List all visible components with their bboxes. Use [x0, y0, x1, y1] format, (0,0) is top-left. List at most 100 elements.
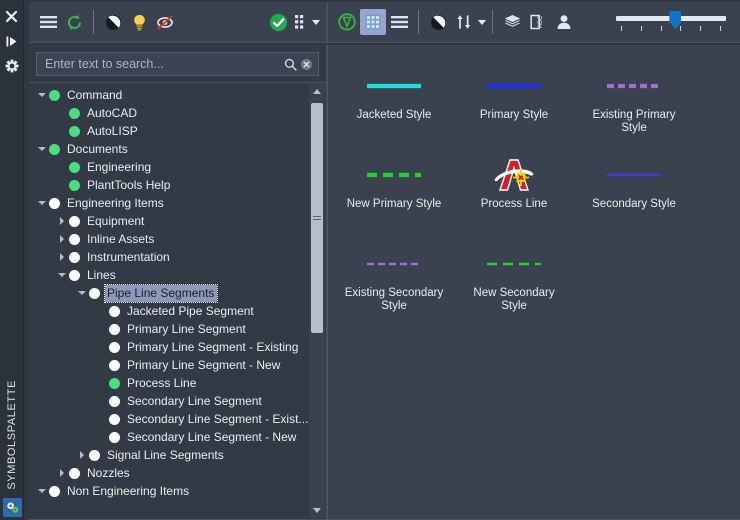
rail-icon-group: [0, 0, 23, 74]
tree-item[interactable]: Signal Line Segments: [29, 446, 309, 464]
tree-item[interactable]: Engineering Items: [29, 194, 309, 212]
symbol-item-label: Existing Primary Style: [592, 109, 676, 134]
lightbulb-icon[interactable]: [126, 9, 152, 35]
shape-filter-button[interactable]: [334, 9, 360, 35]
toolbar-divider-3: [492, 10, 493, 34]
layers-stack-icon[interactable]: [499, 9, 525, 35]
tree-item[interactable]: AutoCAD: [29, 104, 309, 122]
grid-options-chevron-down-icon[interactable]: [312, 19, 320, 25]
tree-item[interactable]: Non Engineering Items: [29, 482, 309, 500]
tree-item[interactable]: Equipment: [29, 212, 309, 230]
tree-item[interactable]: Nozzles: [29, 464, 309, 482]
symbol-item[interactable]: Jacketed Style: [334, 59, 454, 148]
tree-indent-spacer: [95, 392, 109, 410]
chevron-down-icon[interactable]: [35, 140, 49, 158]
status-dot-green-icon: [69, 125, 80, 137]
symbol-item[interactable]: Process Line: [454, 148, 574, 237]
tree-view[interactable]: Command AutoCAD AutoLISP Documents Engineeri…: [29, 86, 309, 519]
sort-arrows-icon[interactable]: [451, 9, 477, 35]
list-view-button[interactable]: [386, 9, 412, 35]
line-style-swatch: [334, 152, 454, 198]
tree-item-label: AutoLISP: [87, 123, 138, 138]
tree-item-label: AutoCAD: [87, 105, 138, 120]
symbol-item[interactable]: Existing Primary Style: [574, 59, 694, 148]
symbol-item[interactable]: Primary Style: [454, 59, 574, 148]
contrast-button-2[interactable]: [425, 9, 451, 35]
tree-indent-spacer: [95, 356, 109, 374]
status-dot-white-icon: [89, 287, 100, 299]
tree-item-selected[interactable]: Pipe Line Segments: [29, 283, 309, 303]
plant-tools-icon[interactable]: [3, 498, 22, 517]
symbol-item[interactable]: New Primary Style: [334, 148, 454, 237]
status-dot-white-icon: [69, 251, 80, 263]
dock-pin-icon[interactable]: [4, 33, 20, 49]
tree-item[interactable]: Lines: [29, 266, 309, 284]
chevron-right-icon[interactable]: [55, 212, 69, 230]
settings-gear-icon[interactable]: [4, 58, 20, 74]
tree-item[interactable]: Process Line: [29, 374, 309, 392]
search-box[interactable]: [36, 52, 319, 76]
symbol-item[interactable]: Existing Secondary Style: [334, 237, 454, 326]
chevron-down-icon[interactable]: [35, 194, 49, 212]
sort-chevron-down-icon[interactable]: [478, 19, 486, 25]
symbol-item-label: Secondary Style: [592, 198, 676, 210]
tree-vertical-scrollbar[interactable]: [309, 84, 325, 518]
clear-circle-x-icon[interactable]: [298, 56, 314, 72]
tree-indent-spacer: [55, 122, 69, 140]
tree-indent-spacer: [95, 320, 109, 338]
chevron-right-icon[interactable]: [75, 446, 89, 464]
tree-item[interactable]: PlantTools Help: [29, 176, 309, 194]
scroll-up-arrow-icon[interactable]: [309, 84, 325, 99]
tree-indent-spacer: [55, 104, 69, 122]
grid-options-button[interactable]: [291, 9, 311, 35]
tree-item[interactable]: Jacketed Pipe Segment: [29, 302, 309, 320]
tree-indent-spacer: [95, 374, 109, 392]
magnifier-icon[interactable]: [282, 56, 298, 72]
chevron-down-icon[interactable]: [35, 482, 49, 500]
symbol-item[interactable]: New Secondary Style: [454, 237, 574, 326]
status-dot-green-icon: [49, 89, 60, 101]
symbol-item-label: Primary Style: [479, 109, 549, 121]
scrollbar-track[interactable]: [309, 99, 325, 503]
chevron-right-icon[interactable]: [55, 230, 69, 248]
toolbar: ABC: [24, 0, 740, 45]
tree-item[interactable]: Instrumentation: [29, 248, 309, 266]
menu-button[interactable]: [35, 9, 61, 35]
tree-item[interactable]: Command: [29, 86, 309, 104]
chevron-down-icon[interactable]: [55, 266, 69, 284]
tree-item[interactable]: Primary Line Segment - New: [29, 356, 309, 374]
tree-item-label: Primary Line Segment - Existing: [127, 339, 299, 354]
line-style-swatch: [574, 152, 694, 198]
scrollbar-thumb[interactable]: [311, 103, 323, 333]
panel-body: Command AutoCAD AutoLISP Documents Engineeri…: [24, 45, 740, 520]
tree-item-label: Nozzles: [87, 465, 130, 480]
chevron-right-icon[interactable]: [55, 464, 69, 482]
search-input[interactable]: [45, 57, 282, 71]
tree-item[interactable]: Primary Line Segment: [29, 320, 309, 338]
validate-button[interactable]: [265, 9, 291, 35]
contrast-button[interactable]: [100, 9, 126, 35]
chevron-right-icon[interactable]: [55, 248, 69, 266]
close-icon[interactable]: [4, 8, 20, 24]
tree-item[interactable]: Engineering: [29, 158, 309, 176]
abc-text-icon[interactable]: ABC: [525, 9, 551, 35]
no-preview-crossed-icon[interactable]: [152, 9, 178, 35]
tree-item[interactable]: Secondary Line Segment: [29, 392, 309, 410]
chevron-down-icon[interactable]: [75, 284, 89, 302]
scroll-down-arrow-icon[interactable]: [309, 503, 325, 518]
grid-view-button[interactable]: [360, 9, 386, 35]
chevron-down-icon[interactable]: [35, 86, 49, 104]
status-dot-white-icon: [49, 197, 60, 209]
scrollbar-grip-icon: [313, 215, 321, 222]
tree-item[interactable]: AutoLISP: [29, 122, 309, 140]
tree-item[interactable]: Documents: [29, 140, 309, 158]
tree-item[interactable]: Secondary Line Segment - New: [29, 428, 309, 446]
zoom-slider[interactable]: [616, 9, 726, 35]
symbol-item[interactable]: Secondary Style: [574, 148, 694, 237]
refresh-button[interactable]: [61, 9, 87, 35]
status-dot-white-icon: [109, 413, 120, 425]
tree-item[interactable]: Inline Assets: [29, 230, 309, 248]
tree-item[interactable]: Primary Line Segment - Existing: [29, 338, 309, 356]
tree-item[interactable]: Secondary Line Segment - Exist...: [29, 410, 309, 428]
person-icon[interactable]: [551, 9, 577, 35]
